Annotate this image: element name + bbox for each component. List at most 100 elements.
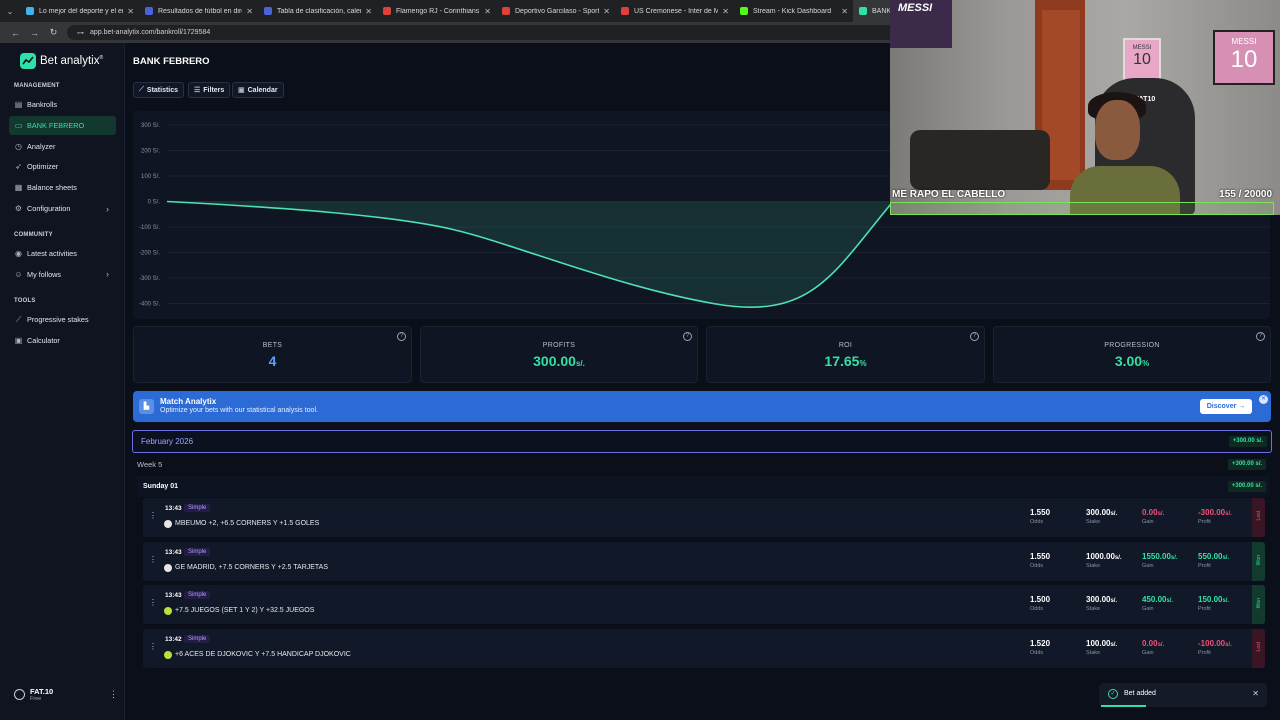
section-tools: TOOLS [14,298,36,304]
week-total: +300.00 s/. [1228,459,1267,470]
sidebar-item-label: Analyzer [27,141,56,151]
bet-menu-icon[interactable]: ⋮ [149,511,157,520]
user-profile[interactable]: FAT.10 Free ⋮ [14,687,118,702]
bet-row[interactable]: ⋮ 13:43 Simple GE MADRID, +7.5 CORNERS Y… [143,541,1265,581]
bet-gain-value: 1550.00s/. [1142,551,1178,561]
url-field[interactable]: ⊶ app.bet-analytix.com/bankroll/1729584 [67,25,927,40]
bet-menu-icon[interactable]: ⋮ [149,598,157,607]
stat-profits: PROFITS 300.00s/. ? [420,326,698,383]
sidebar-item-calculator[interactable]: ▣ Calculator [9,331,116,350]
tab-close-icon[interactable]: ✕ [246,7,253,16]
bet-stake-value: 100.00s/. [1086,639,1118,649]
tab-favicon-icon [145,7,153,15]
bet-gain-value: 450.00s/. [1142,595,1174,605]
sidebar-item-my-follows[interactable]: ☺ My follows › [9,265,116,284]
bet-odds-value: 1.500 [1030,595,1051,605]
goal-progress-bar [890,202,1274,215]
stat-progression: PROGRESSION 3.00% ? [993,326,1271,383]
bet-description: GE MADRID, +7.5 CORNERS Y +2.5 TARJETAS [175,563,329,571]
browser-tab[interactable]: Stream - Kick Dashboard ✕ [734,0,853,22]
sidebar-item-progressive-stakes[interactable]: ⟋ Progressive stakes [9,310,116,329]
jersey-number-2: 10 [1230,46,1258,73]
sidebar-item-analyzer[interactable]: ◷ Analyzer [9,137,116,156]
browser-tab[interactable]: Tabla de clasificación, calendar ✕ [258,0,377,22]
logo[interactable]: Bet analytix® [20,53,103,69]
bet-row[interactable]: ⋮ 13:43 Simple +7.5 JUEGOS (SET 1 Y 2) Y… [143,585,1265,625]
browser-tab[interactable]: Deportivo Garcilaso - Sporting ✕ [496,0,615,22]
bet-row[interactable]: ⋮ 13:42 Simple +6 ACES DE DJOKOVIC Y +7.… [143,629,1265,669]
user-plan: Free [30,696,42,702]
close-icon[interactable]: ✕ [1259,395,1268,404]
stat-progression-label: PROGRESSION [1104,342,1160,349]
bet-odds-value: 1.520 [1030,639,1051,649]
month-header[interactable]: February 2026 +300.00 s/. [132,430,1272,453]
calculator-icon: ▣ [14,335,23,345]
browser-tab[interactable]: US Cremonese - Inter de Milán✕ [615,0,734,22]
browser-tab[interactable]: Lo mejor del deporte y el entre ✕ [20,0,139,22]
close-icon[interactable]: ✕ [1252,689,1259,698]
month-total: +300.00 s/. [1228,436,1267,447]
stakes-icon: ⟋ [15,314,22,324]
statistics-button[interactable]: ⟋ Statistics [133,82,185,98]
bet-profit: -100.00s/. Profit [1198,639,1252,656]
help-icon[interactable]: ? [683,332,692,341]
users-icon: ☺ [14,269,23,279]
tab-close-icon[interactable]: ✕ [127,7,134,16]
tab-close-icon[interactable]: ✕ [722,7,729,16]
discover-button[interactable]: Discover → [1200,399,1252,414]
sidebar-item-optimizer[interactable]: ➶ Optimizer [9,157,116,176]
help-icon[interactable]: ? [970,332,979,341]
bet-row[interactable]: ⋮ 13:43 Simple MBEUMO +2, +6.5 CORNERS Y… [143,498,1265,537]
bet-profit: 550.00s/. Profit [1198,552,1252,569]
site-info-icon[interactable]: ⊶ [77,29,84,37]
bet-profit-label: Profit [1198,519,1211,525]
tab-close-icon[interactable]: ✕ [841,7,848,16]
user-menu-icon[interactable]: ⋮ [109,689,118,700]
bet-profit: -300.00s/. Profit [1198,508,1252,525]
avatar-icon [14,689,25,700]
bet-odds: 1.550 Odds [1030,552,1084,569]
tab-close-icon[interactable]: ✕ [365,7,372,16]
bet-gain-value: 0.00s/. [1142,508,1165,517]
filters-label: Filters [203,86,225,94]
sidebar-item-latest-activities[interactable]: ◉ Latest activities [9,244,116,263]
sidebar-item-configuration[interactable]: ⚙ Configuration › [9,199,116,218]
bet-profit-value: 550.00s/. [1198,551,1230,561]
reload-icon[interactable]: ↻ [44,27,63,38]
back-arrow-icon[interactable]: ← [6,28,25,38]
poster-text: MESSI [898,2,933,14]
forward-arrow-icon[interactable]: → [25,28,44,38]
sidebar-item-label: Bankrolls [27,100,58,109]
sidebar-item-balance-sheets[interactable]: ▦ Balance sheets [9,178,116,197]
stat-profits-value: 300.00s/. [533,353,585,369]
sidebar-item-bank-febrero[interactable]: ▭ BANK FEBRERO [9,115,116,135]
day-label: Sunday 01 [143,483,179,490]
jersey-name-2: MESSI [1231,37,1257,46]
help-icon[interactable]: ? [1256,332,1265,341]
stream-goal-counter: 155 / 20000 [1219,189,1272,200]
bet-gain: 450.00s/. Gain [1142,595,1196,612]
bet-result-badge: Lost [1252,498,1265,537]
tab-close-icon[interactable]: ✕ [484,7,491,16]
bet-menu-icon[interactable]: ⋮ [149,642,157,651]
bet-stake-label: Stake [1086,650,1101,657]
sidebar: Bet analytix® MANAGEMENT ▤ Bankrolls ▭ BANK… [0,43,125,720]
bet-gain-label: Gain [1142,519,1154,525]
bet-time: 13:43 [165,548,182,556]
bet-odds: 1.550 Odds [1030,508,1084,525]
filters-button[interactable]: ☰ Filters [188,82,231,98]
tab-close-icon[interactable]: ✕ [603,7,610,16]
calendar-button[interactable]: ▣ Calendar [232,82,284,98]
tab-search-icon[interactable]: ⌄ [0,0,20,22]
help-icon[interactable]: ? [397,332,406,341]
y-tick-label: 100 S/. [141,174,160,180]
bet-profit-value: 150.00s/. [1198,595,1230,605]
stat-roi: ROI 17.65% ? [706,326,985,383]
tab-favicon-icon [859,7,867,15]
sidebar-item-bankrolls[interactable]: ▤ Bankrolls [9,95,116,114]
browser-tab[interactable]: Flamengo RJ - Corinthians SP ✕ [377,0,496,22]
stat-progression-value: 3.00% [1114,353,1150,369]
chevron-right-icon: › [106,203,109,214]
browser-tab[interactable]: Resultados de fútbol en directo ✕ [139,0,258,22]
bet-menu-icon[interactable]: ⋮ [149,555,157,564]
